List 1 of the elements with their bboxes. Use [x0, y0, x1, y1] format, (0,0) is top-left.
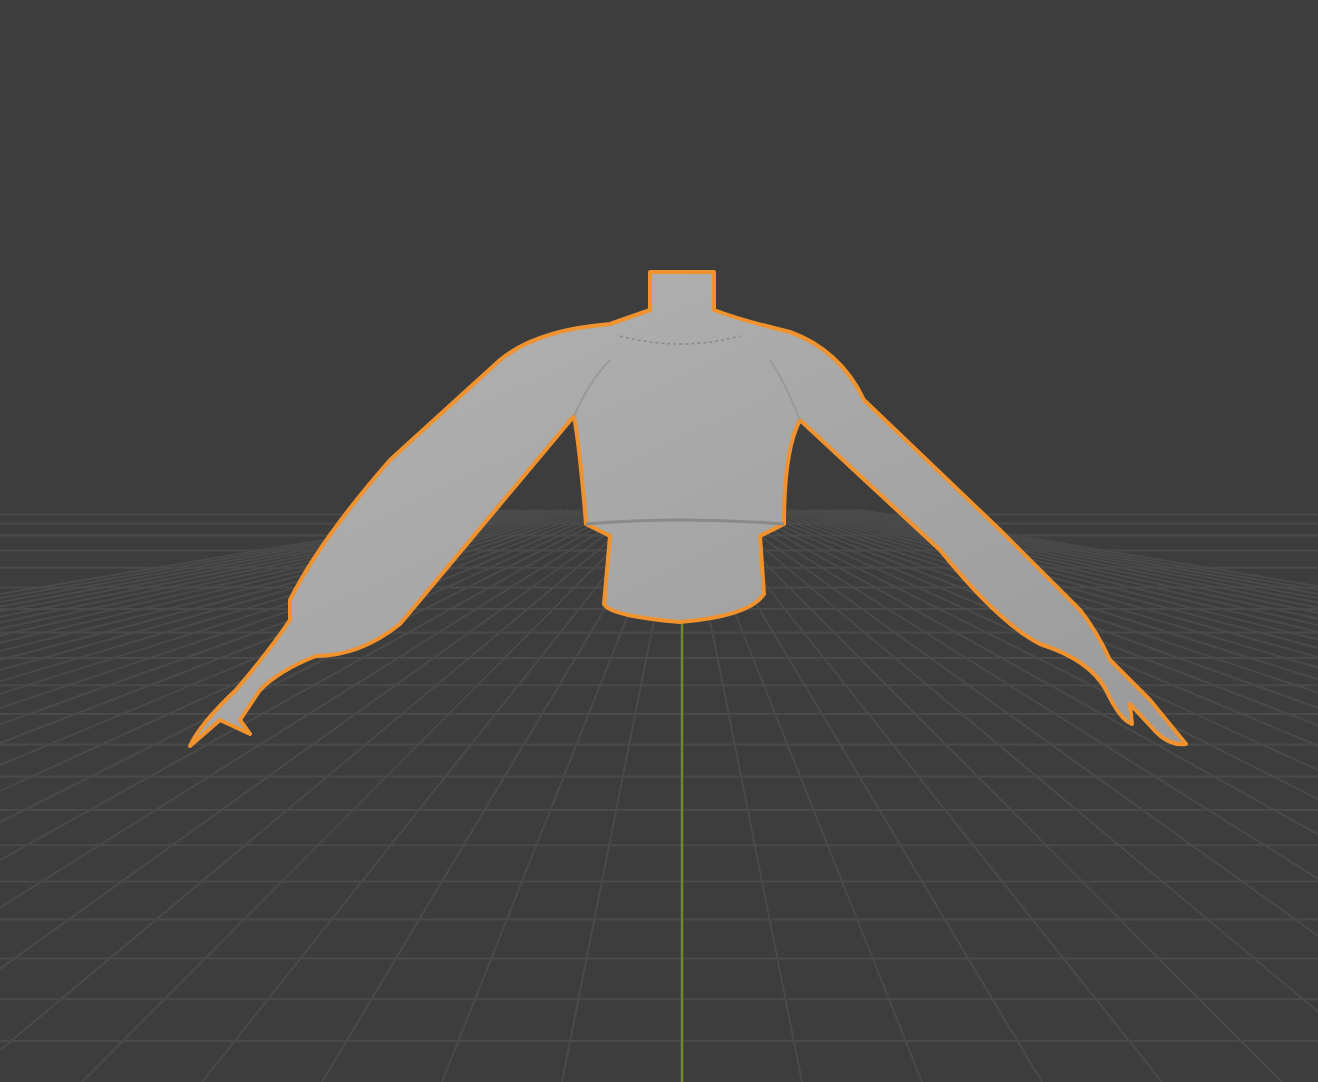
sweater-model[interactable]	[188, 270, 1188, 748]
